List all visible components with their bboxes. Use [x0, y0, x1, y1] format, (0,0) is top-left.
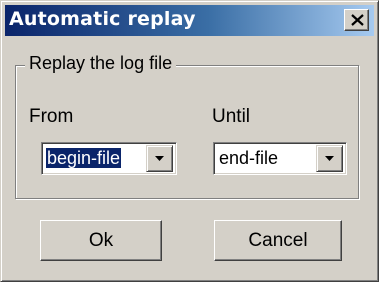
until-select-value: end-file	[219, 148, 279, 168]
from-select[interactable]: begin-file	[41, 142, 177, 175]
until-label: Until	[212, 106, 251, 127]
window-title: Automatic replay	[9, 8, 196, 30]
until-dropdown-button[interactable]	[316, 145, 343, 172]
close-button[interactable]	[344, 9, 369, 31]
automatic-replay-dialog: Automatic replay Replay the log file Fro…	[0, 0, 379, 282]
ok-button[interactable]: Ok	[40, 220, 162, 261]
title-bar[interactable]: Automatic replay	[5, 5, 374, 36]
until-select[interactable]: end-file	[213, 142, 347, 175]
from-select-value: begin-file	[44, 147, 123, 169]
close-icon	[351, 14, 364, 26]
chevron-down-icon	[155, 156, 164, 161]
from-label: From	[29, 106, 74, 127]
from-dropdown-button[interactable]	[146, 145, 173, 172]
groupbox-label: Replay the log file	[25, 53, 177, 74]
cancel-button[interactable]: Cancel	[214, 220, 342, 261]
replay-groupbox	[15, 65, 359, 199]
chevron-down-icon	[325, 156, 334, 161]
